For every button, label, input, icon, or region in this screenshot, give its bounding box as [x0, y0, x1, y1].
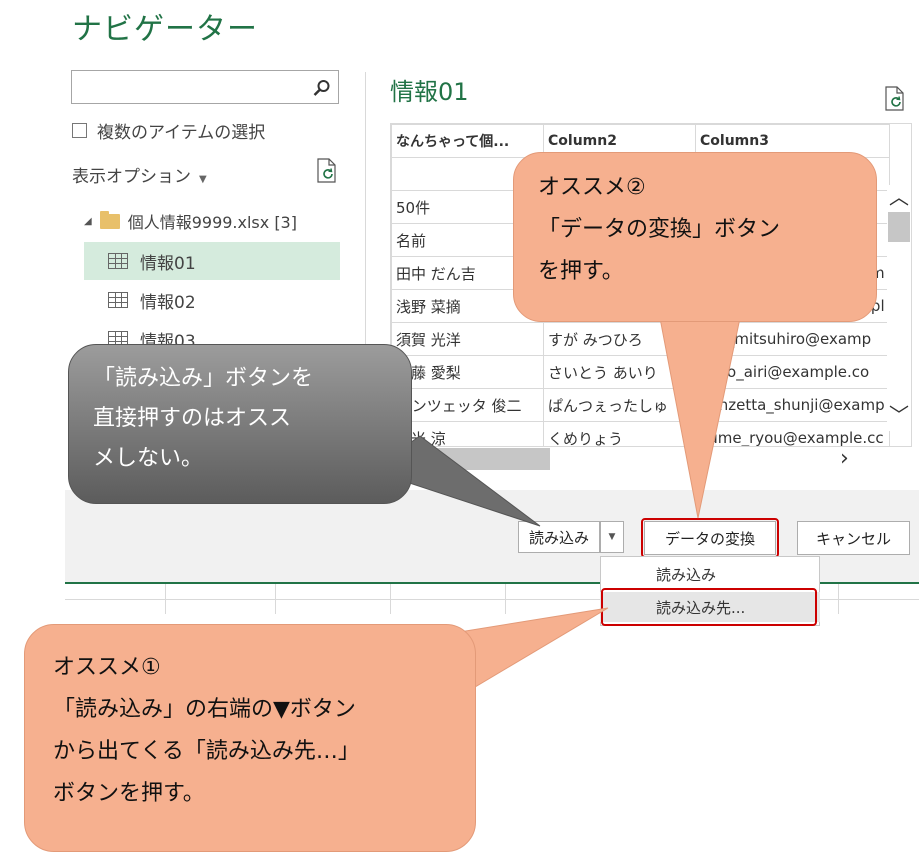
refresh-icon[interactable]: [316, 158, 338, 188]
table-cell: 須賀 光洋: [391, 322, 544, 356]
display-options-label: 表示オプション: [72, 167, 191, 187]
table-row: 久米 涼 くめりょう kume_ryou@example.cc: [391, 421, 890, 446]
scroll-down-icon[interactable]: ﹀: [889, 399, 909, 428]
sheet-gridline: [838, 584, 839, 614]
folder-icon: [99, 210, 120, 229]
multi-select-checkbox[interactable]: [72, 123, 87, 138]
preview-title: 情報01: [390, 78, 469, 106]
highlight-transform: [641, 518, 779, 558]
warning-callout: 「読み込み」ボタンを 直接押すのはオスス メしない。: [68, 344, 412, 504]
search-icon: [313, 80, 330, 96]
table-cell: パンツェッタ 俊二: [391, 388, 544, 422]
callout-line: を押す。: [538, 259, 624, 284]
callout-line: オススメ①: [53, 655, 161, 680]
table-cell: sug_mitsuhiro@examp: [695, 322, 890, 356]
sheet-gridline: [275, 584, 276, 614]
load-dropdown-button[interactable]: ▼: [600, 521, 624, 553]
vertical-scroll-thumb[interactable]: [888, 212, 910, 242]
cancel-button[interactable]: キャンセル: [797, 521, 910, 555]
multi-select-label: 複数のアイテムの選択: [97, 123, 266, 143]
horizontal-scroll-thumb[interactable]: [418, 448, 550, 470]
column-header[interactable]: なんちゃって個...: [391, 124, 544, 158]
sheet-gridline: [165, 584, 166, 614]
dropdown-arrow-icon: ▼: [608, 532, 616, 542]
callout-line: メしない。: [93, 446, 204, 471]
scroll-up-icon[interactable]: ︿: [889, 181, 909, 210]
tree-item-info02[interactable]: 情報02: [84, 281, 340, 319]
callout-line: 「読み込み」の右端の▼ボタン: [53, 697, 356, 722]
table-icon: [108, 253, 128, 269]
callout-line: ボタンを押す。: [53, 781, 205, 806]
multi-select-option[interactable]: 複数のアイテムの選択: [72, 118, 265, 143]
sheet-gridline: [505, 584, 506, 614]
chevron-down-icon: ▼: [199, 174, 207, 185]
callout-line: オススメ②: [538, 175, 646, 200]
table-icon: [108, 292, 128, 308]
search-input[interactable]: [71, 70, 339, 104]
display-options-dropdown[interactable]: 表示オプション ▼: [72, 162, 207, 187]
recommend2-callout: オススメ② 「データの変換」ボタン を押す。: [513, 152, 877, 322]
table-cell: panzetta_shunji@examp: [695, 388, 890, 422]
collapse-triangle-icon[interactable]: ◢: [84, 216, 92, 227]
sheet-gridline: [390, 584, 391, 614]
tree-item-label: 情報02: [140, 292, 196, 313]
tree-item-label: 情報01: [140, 253, 196, 274]
table-cell: すが みつひろ: [543, 322, 696, 356]
callout-line: 「データの変換」ボタン: [538, 217, 781, 242]
preview-refresh-icon[interactable]: [884, 86, 906, 116]
callout-line: から出てくる「読み込み先…」: [53, 739, 360, 764]
window-title: ナビゲーター: [72, 12, 258, 47]
callout-line: 直接押すのはオスス: [93, 406, 292, 431]
tree-item-info01[interactable]: 情報01: [84, 242, 340, 280]
table-cell: くめりょう: [543, 421, 696, 446]
table-cell: ぱんつぇったしゅ: [543, 388, 696, 422]
highlight-load-to: [601, 588, 817, 626]
scroll-right-icon[interactable]: ›: [840, 446, 849, 471]
table-row: 須賀 光洋 すが みつひろ sug_mitsuhiro@examp: [391, 322, 890, 356]
table-cell: さいとう あいり: [543, 355, 696, 389]
table-cell: kume_ryou@example.cc: [695, 421, 890, 446]
table-cell: saito_airi@example.co: [695, 355, 890, 389]
recommend1-callout: オススメ① 「読み込み」の右端の▼ボタン から出てくる「読み込み先…」 ボタンを…: [24, 624, 476, 852]
tree-root-label: 個人情報9999.xlsx [3]: [127, 213, 297, 232]
table-cell: 久米 涼: [391, 421, 544, 446]
table-row: 斎藤 愛梨 さいとう あいり saito_airi@example.co: [391, 355, 890, 389]
tree-root-file[interactable]: ◢ 個人情報9999.xlsx [3]: [84, 209, 297, 233]
table-cell: 斎藤 愛梨: [391, 355, 544, 389]
callout-line: 「読み込み」ボタンを: [93, 366, 314, 391]
menu-item-load[interactable]: 読み込み: [600, 559, 820, 589]
table-row: パンツェッタ 俊二 ぱんつぇったしゅ panzetta_shunji@examp: [391, 388, 890, 422]
load-button[interactable]: 読み込み: [518, 521, 600, 553]
